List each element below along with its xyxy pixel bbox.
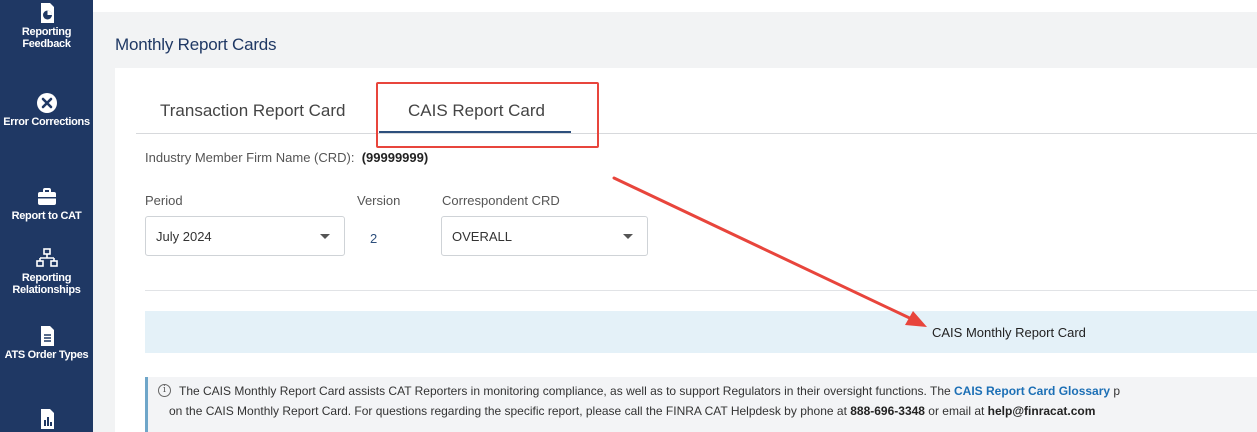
sidebar-item-error-corrections[interactable]: Error Corrections bbox=[0, 92, 93, 128]
firm-crd-value: (99999999) bbox=[361, 150, 429, 165]
page-header: Monthly Report Cards bbox=[93, 12, 1257, 68]
report-title: CAIS Monthly Report Card bbox=[932, 325, 1086, 340]
bar-chart-doc-icon bbox=[40, 409, 54, 429]
info-text: The CAIS Monthly Report Card assists CAT… bbox=[179, 384, 955, 398]
period-select[interactable]: July 2024 bbox=[145, 216, 345, 256]
chevron-down-icon bbox=[320, 234, 330, 239]
period-value: July 2024 bbox=[156, 229, 212, 244]
info-icon: i bbox=[158, 384, 171, 397]
info-text: on the CAIS Monthly Report Card. For que… bbox=[169, 404, 851, 418]
pie-chart-doc-icon bbox=[40, 3, 54, 23]
chevron-down-icon bbox=[623, 234, 633, 239]
correspondent-crd-select[interactable]: OVERALL bbox=[441, 216, 648, 256]
sidebar-item-report-analytics[interactable] bbox=[0, 408, 93, 430]
report-card-tabs: Transaction Report Card CAIS Report Card bbox=[136, 86, 1257, 134]
sidebar-item-reporting-feedback[interactable]: Reporting Feedback bbox=[0, 2, 93, 50]
section-divider bbox=[145, 290, 1257, 291]
info-line-2: on the CAIS Monthly Report Card. For que… bbox=[169, 404, 1095, 418]
sidebar-item-label: ATS Order Types bbox=[4, 349, 89, 361]
period-label: Period bbox=[145, 193, 183, 208]
version-label: Version bbox=[357, 193, 401, 208]
info-panel: i The CAIS Monthly Report Card assists C… bbox=[145, 377, 1257, 432]
info-text: p bbox=[1110, 384, 1121, 398]
firm-label: Industry Member Firm Name (CRD): bbox=[145, 150, 355, 165]
content-gutter bbox=[93, 68, 115, 432]
version-value: 2 bbox=[370, 231, 378, 246]
correspondent-crd-label: Correspondent CRD bbox=[442, 193, 560, 208]
document-icon bbox=[40, 326, 54, 346]
correspondent-crd-value: OVERALL bbox=[452, 229, 512, 244]
sidebar-item-ats-order-types[interactable]: ATS Order Types bbox=[0, 325, 93, 361]
firm-info: Industry Member Firm Name (CRD): (999999… bbox=[145, 150, 428, 165]
sidebar-item-label: Report to CAT bbox=[11, 210, 82, 222]
sidebar-item-label: Reporting Relationships bbox=[12, 272, 81, 296]
page-title: Monthly Report Cards bbox=[115, 35, 277, 54]
helpdesk-phone: 888-696-3348 bbox=[850, 404, 925, 418]
sidebar-item-reporting-relationships[interactable]: Reporting Relationships bbox=[0, 248, 93, 296]
tab-transaction-report-card[interactable]: Transaction Report Card bbox=[160, 101, 346, 121]
annotation-highlight-box bbox=[376, 82, 599, 148]
briefcase-icon bbox=[37, 188, 56, 205]
close-circle-icon bbox=[36, 93, 57, 113]
info-line-1: The CAIS Monthly Report Card assists CAT… bbox=[179, 384, 1120, 398]
sidebar-item-label: Reporting Feedback bbox=[21, 26, 72, 50]
sidebar-item-label: Error Corrections bbox=[3, 116, 90, 128]
info-text: or email at bbox=[924, 404, 988, 418]
top-strip bbox=[93, 0, 1257, 12]
sidebar-item-report-to-cat[interactable]: Report to CAT bbox=[0, 186, 93, 222]
sidebar: Reporting Feedback Error Corrections Rep… bbox=[0, 0, 93, 432]
glossary-link[interactable]: CAIS Report Card Glossary bbox=[954, 384, 1110, 398]
helpdesk-email[interactable]: help@finracat.com bbox=[988, 404, 1096, 418]
report-title-banner: CAIS Monthly Report Card bbox=[145, 311, 1257, 353]
sitemap-icon bbox=[35, 248, 58, 267]
